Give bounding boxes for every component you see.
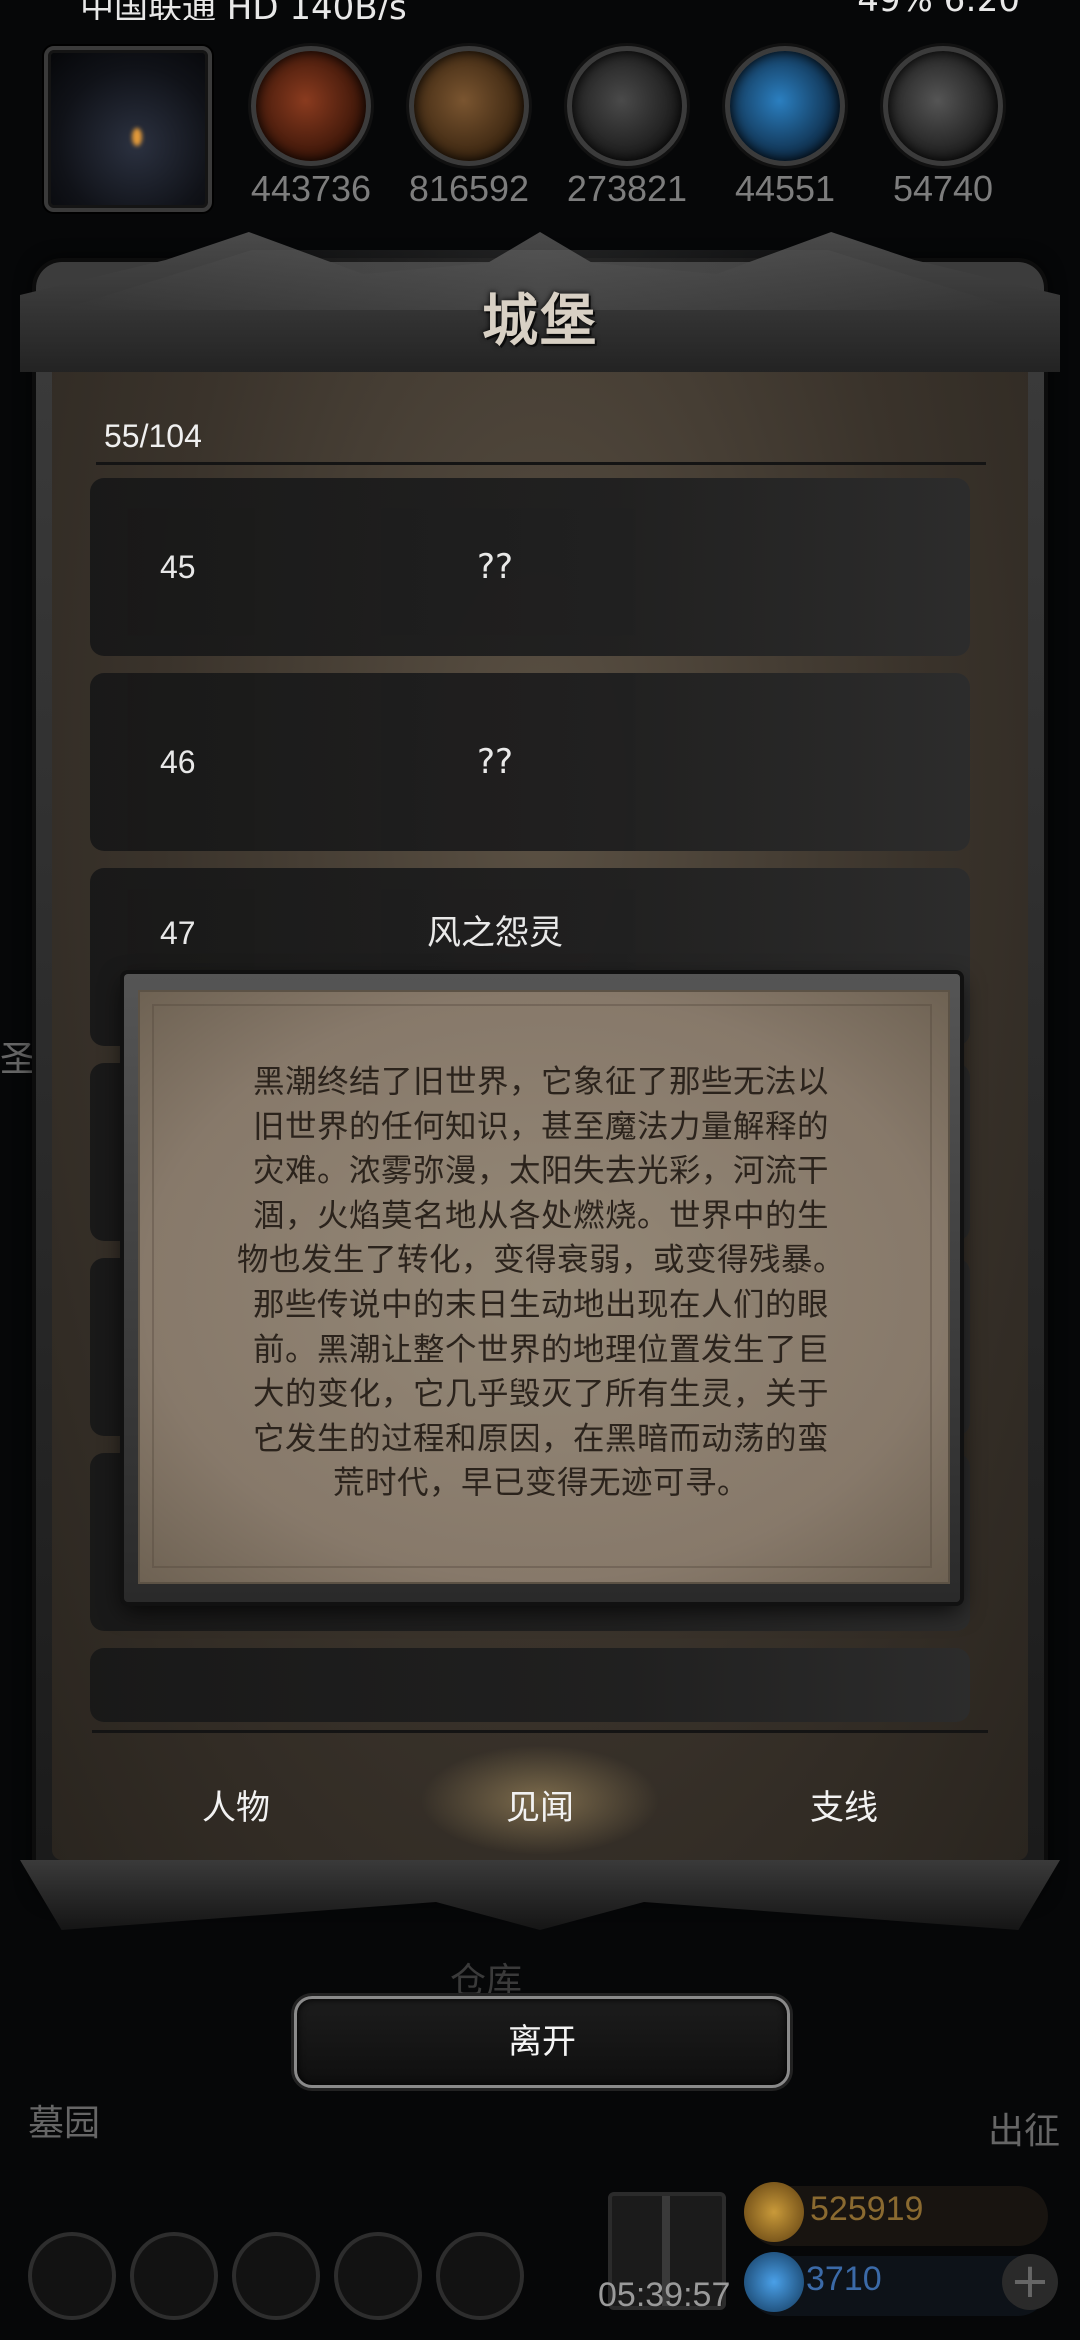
resource-meat-value: 443736 (250, 168, 372, 209)
status-carrier: 中国联通 HD 140B/s (80, 0, 407, 20)
lore-line: 那些传说中的末日生动地出现在人们的眼 (252, 1286, 829, 1323)
crystal-icon (725, 46, 845, 166)
resource-stone[interactable]: 273821 (562, 46, 692, 210)
lore-line: 前。黑潮让整个世界的地理位置发生了巨 (252, 1331, 829, 1368)
meat-icon (251, 46, 371, 166)
entry-name: ?? (476, 742, 514, 782)
resource-iron[interactable]: 54740 (878, 46, 1008, 210)
cemetery-label[interactable]: 墓园 (28, 2094, 100, 2146)
entry-name: ?? (476, 547, 514, 587)
lore-line: 黑潮终结了旧世界，它象征了那些无法以 (252, 1064, 829, 1100)
iron-icon (883, 46, 1003, 166)
status-battery-time: 49% 6:20 (857, 0, 1020, 20)
divider (92, 1730, 988, 1733)
tab-side-quests[interactable]: 支线 (744, 1780, 944, 1829)
lore-line: 灾难。浓雾弥漫，太阳失去光彩，河流干 (252, 1153, 829, 1190)
lore-text: 黑潮终结了旧世界，它象征了那些无法以 旧世界的任何知识，甚至魔法力量解释的 灾难… (206, 1060, 876, 1506)
resource-wood[interactable]: 816592 (404, 46, 534, 210)
list-item[interactable]: 45 ?? (90, 478, 970, 656)
resource-crystal[interactable]: 44551 (720, 46, 850, 210)
lore-line: 涸，火焰莫名地从各处燃烧。世界中的生 (252, 1197, 829, 1234)
resource-wood-value: 816592 (408, 168, 530, 209)
stone-icon (567, 46, 687, 166)
list-item[interactable]: 46 ?? (90, 673, 970, 851)
gold-value: 525919 (810, 2190, 924, 2228)
resource-crystal-value: 44551 (734, 168, 836, 209)
star-icon[interactable] (130, 2232, 218, 2320)
lore-line: 它发生的过程和原因，在黑暗而动荡的蛮 (252, 1420, 829, 1457)
lore-line: 物也发生了转化，变得衰弱，或变得残暴。 (236, 1242, 845, 1279)
lore-line: 旧世界的任何知识，甚至魔法力量解释的 (252, 1108, 829, 1145)
resource-meat[interactable]: 443736 (246, 46, 376, 210)
resource-iron-value: 54740 (892, 168, 994, 209)
background-left-edge-label: 圣 (0, 1039, 37, 1080)
gold-icon (744, 2182, 804, 2242)
tab-lore[interactable]: 见闻 (440, 1780, 640, 1829)
gift-timer: 05:39:57 (598, 2276, 731, 2314)
add-gems-button[interactable]: + (1002, 2254, 1058, 2310)
torch-icon (132, 128, 142, 146)
status-bar: 中国联通 HD 140B/s 49% 6:20 (0, 0, 1080, 20)
wood-icon (409, 46, 529, 166)
lore-line: 荒时代，早已变得无迹可寻。 (332, 1465, 749, 1502)
resource-stone-value: 273821 (566, 168, 688, 209)
cube-icon[interactable] (436, 2232, 524, 2320)
mail-icon[interactable] (334, 2232, 422, 2320)
settings-icon[interactable] (28, 2232, 116, 2320)
leave-button[interactable]: 离开 (294, 1996, 790, 2088)
banner-icon[interactable] (232, 2232, 320, 2320)
panel-title: 城堡 (482, 288, 598, 354)
lore-line: 大的变化，它几乎毁灭了所有生灵，关于 (252, 1376, 829, 1413)
panel-bottom-ornament (20, 1860, 1060, 1930)
divider (96, 462, 986, 465)
gem-icon (744, 2252, 804, 2312)
expedition-label[interactable]: 出征 (988, 2102, 1060, 2154)
tab-characters[interactable]: 人物 (136, 1780, 336, 1829)
list-item[interactable] (90, 1648, 970, 1722)
player-portrait[interactable] (44, 46, 212, 212)
gem-value: 3710 (806, 2260, 882, 2298)
collection-progress: 55/104 (104, 418, 202, 454)
